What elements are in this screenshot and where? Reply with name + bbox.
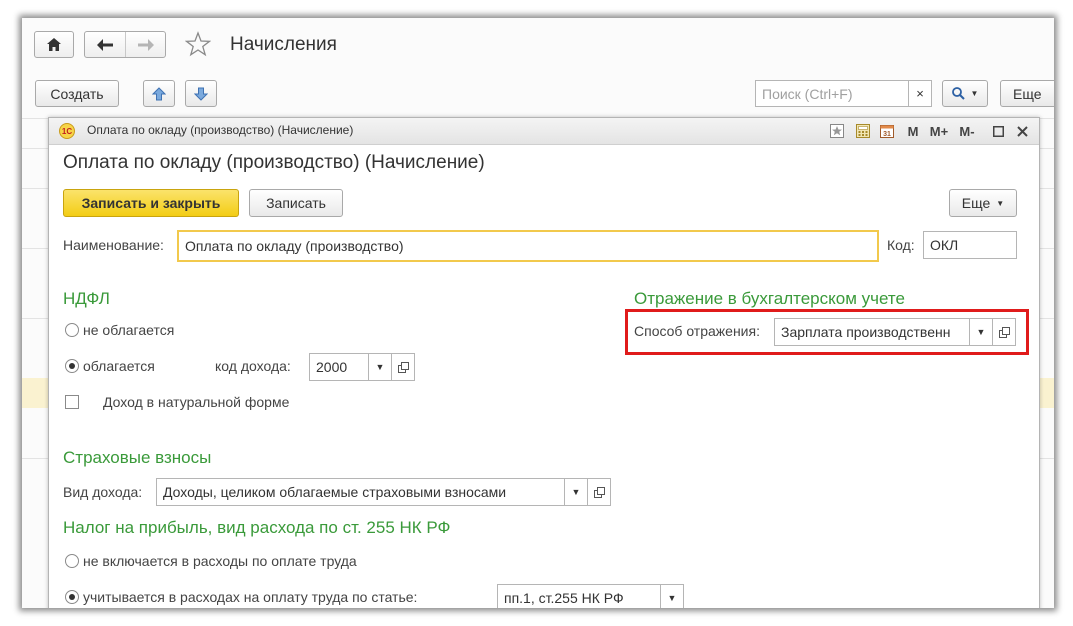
search-clear-button[interactable]: × [908,80,932,107]
page-title: Начисления [230,34,337,55]
chevron-down-icon: ▼ [667,593,677,603]
code-field[interactable]: ОКЛ [923,231,1017,259]
not-included-label: не включается в расходы по оплате труда [83,553,357,569]
accrual-form: 1С Оплата по окладу (производство) (Начи… [48,117,1040,608]
home-icon [47,38,61,51]
chevron-down-icon: ▼ [996,198,1005,208]
form-more-label: Еще [961,195,991,211]
article-field[interactable]: пп.1, ст.255 НК РФ [497,584,661,608]
maximize-icon[interactable] [991,122,1005,140]
code-label: Код: [887,237,915,253]
income-type-dropdown-button[interactable]: ▼ [564,478,588,506]
reflection-method-label: Способ отражения: [634,323,760,339]
search-icon [951,87,965,100]
natural-income-label: Доход в натуральной форме [103,394,290,410]
name-label: Наименование: [63,237,164,253]
history-nav [84,31,166,58]
move-down-button[interactable] [185,80,217,107]
open-form-icon [998,326,1010,338]
profit-tax-heading: Налог на прибыль, вид расхода по ст. 255… [63,518,451,537]
income-code-label: код дохода: [215,358,291,374]
insurance-heading: Страховые взносы [63,448,212,467]
back-button[interactable] [85,32,126,57]
income-code-field[interactable]: 2000 [309,353,369,381]
search-button[interactable]: ▼ [942,80,988,107]
article-dropdown-button[interactable]: ▼ [660,584,684,608]
close-icon[interactable] [1015,122,1029,140]
list-more-button[interactable]: Еще [1000,80,1054,107]
arrow-left-icon [97,38,113,51]
reflection-method-dropdown-button[interactable]: ▼ [969,318,993,346]
not-included-radio[interactable] [65,554,79,568]
ndfl-not-taxed-label: не облагается [83,322,175,338]
ndfl-heading: НДФЛ [63,289,110,308]
star-icon[interactable] [184,31,212,57]
open-form-icon [397,361,409,373]
1c-logo-icon: 1С [59,123,75,139]
chevron-down-icon: ▼ [970,89,979,98]
arrow-down-icon [194,87,208,101]
create-button[interactable]: Создать [35,80,119,107]
memory-plus-icon[interactable]: M+ [928,122,950,140]
svg-text:31: 31 [883,131,891,138]
favorite-icon[interactable] [829,122,845,140]
list-more-label: Еще [1013,85,1042,102]
chevron-down-icon: ▼ [375,362,385,372]
form-titlebar: 1С Оплата по окладу (производство) (Начи… [49,118,1039,145]
ndfl-taxed-label: облагается [83,358,155,374]
memory-minus-icon[interactable]: M- [956,122,978,140]
open-form-icon [593,486,605,498]
arrow-up-icon [152,86,166,100]
income-type-open-button[interactable] [587,478,611,506]
memory-m-icon[interactable]: M [906,122,920,140]
income-type-label: Вид дохода: [63,484,143,500]
income-type-field[interactable]: Доходы, целиком облагаемые страховыми вз… [156,478,565,506]
reflection-method-open-button[interactable] [992,318,1016,346]
ndfl-not-taxed-radio[interactable] [65,323,79,337]
name-field[interactable]: Оплата по окладу (производство) [177,230,879,262]
ndfl-taxed-radio[interactable] [65,359,79,373]
chevron-down-icon: ▼ [976,327,986,337]
included-radio[interactable] [65,590,79,604]
form-title: Оплата по окладу (производство) (Начисле… [63,152,485,173]
reflection-method-field[interactable]: Зарплата производственн [774,318,970,346]
accounting-heading: Отражение в бухгалтерском учете [634,289,905,308]
included-label: учитывается в расходах на оплату труда п… [83,589,418,605]
home-button[interactable] [34,31,74,58]
chevron-down-icon: ▼ [571,487,581,497]
search-input[interactable]: Поиск (Ctrl+F) [755,80,909,107]
forward-button[interactable] [126,32,166,57]
form-titlebar-text: Оплата по окладу (производство) (Начисле… [87,123,354,137]
save-button[interactable]: Записать [249,189,343,217]
form-more-button[interactable]: Еще ▼ [949,189,1017,217]
natural-income-checkbox[interactable] [65,395,79,409]
search-placeholder: Поиск (Ctrl+F) [762,85,853,102]
move-up-button[interactable] [143,80,175,107]
income-code-open-button[interactable] [391,353,415,381]
arrow-right-icon [138,38,154,51]
save-and-close-button[interactable]: Записать и закрыть [63,189,239,217]
income-code-dropdown-button[interactable]: ▼ [368,353,392,381]
calculator-icon[interactable] [855,122,871,140]
app-window: Начисления Создать Поиск (Ctrl+F) × ▼ Ещ… [22,18,1054,608]
calendar-icon[interactable]: 31 [879,122,895,140]
